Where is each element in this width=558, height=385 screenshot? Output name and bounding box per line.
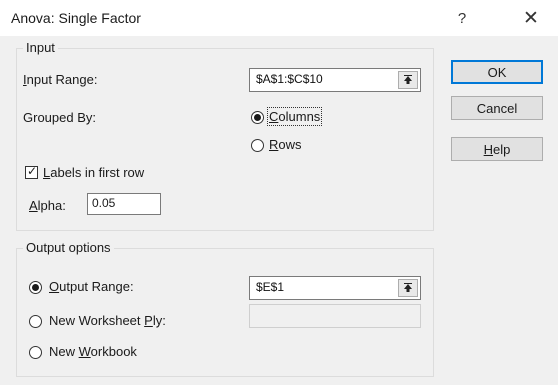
help-button[interactable]: Help [451, 137, 543, 161]
new-workbook-label[interactable]: New Workbook [49, 344, 137, 359]
radio-rows[interactable] [251, 139, 264, 152]
ok-button[interactable]: OK [451, 60, 543, 84]
input-group-legend: Input [23, 40, 58, 55]
output-range-field[interactable]: $E$1 [249, 276, 421, 300]
radio-new-worksheet[interactable] [29, 315, 42, 328]
output-range-value[interactable]: $E$1 [256, 280, 284, 294]
output-range-label[interactable]: Output Range: [49, 279, 134, 294]
collapse-dialog-icon[interactable] [398, 71, 418, 89]
input-range-field[interactable]: $A$1:$C$10 [249, 68, 421, 92]
output-options-legend: Output options [23, 240, 114, 255]
collapse-dialog-icon[interactable] [398, 279, 418, 297]
grouped-by-label: Grouped By: [23, 110, 96, 125]
checkmark-icon: ✓ [27, 164, 38, 178]
input-range-label: Input Range: [23, 72, 98, 87]
alpha-field[interactable]: 0.05 [87, 193, 161, 215]
dialog-title: Anova: Single Factor [11, 10, 141, 26]
cancel-button[interactable]: Cancel [451, 96, 543, 120]
new-worksheet-field[interactable] [249, 304, 421, 328]
new-worksheet-label[interactable]: New Worksheet Ply: [49, 313, 166, 328]
anova-dialog: Anova: Single Factor ? ✕ Input Input Ran… [0, 0, 558, 385]
alpha-label: Alpha: [29, 198, 66, 213]
title-bar[interactable]: Anova: Single Factor ? ✕ [0, 0, 558, 36]
radio-output-range[interactable] [29, 281, 42, 294]
input-group: Input Input Range: $A$1:$C$10 Grouped By… [16, 40, 434, 231]
alpha-value[interactable]: 0.05 [92, 196, 115, 210]
radio-new-workbook[interactable] [29, 346, 42, 359]
labels-checkbox[interactable]: ✓ [25, 164, 38, 179]
close-icon[interactable]: ✕ [517, 6, 545, 30]
output-options-group: Output options Output Range: $E$1 New Wo… [16, 240, 434, 377]
help-icon[interactable]: ? [448, 6, 476, 30]
columns-option-label[interactable]: Columns [266, 107, 323, 126]
rows-option-label[interactable]: Rows [269, 137, 302, 152]
radio-columns[interactable] [251, 111, 264, 124]
input-range-value[interactable]: $A$1:$C$10 [256, 72, 323, 86]
labels-checkbox-label[interactable]: Labels in first row [43, 165, 144, 180]
